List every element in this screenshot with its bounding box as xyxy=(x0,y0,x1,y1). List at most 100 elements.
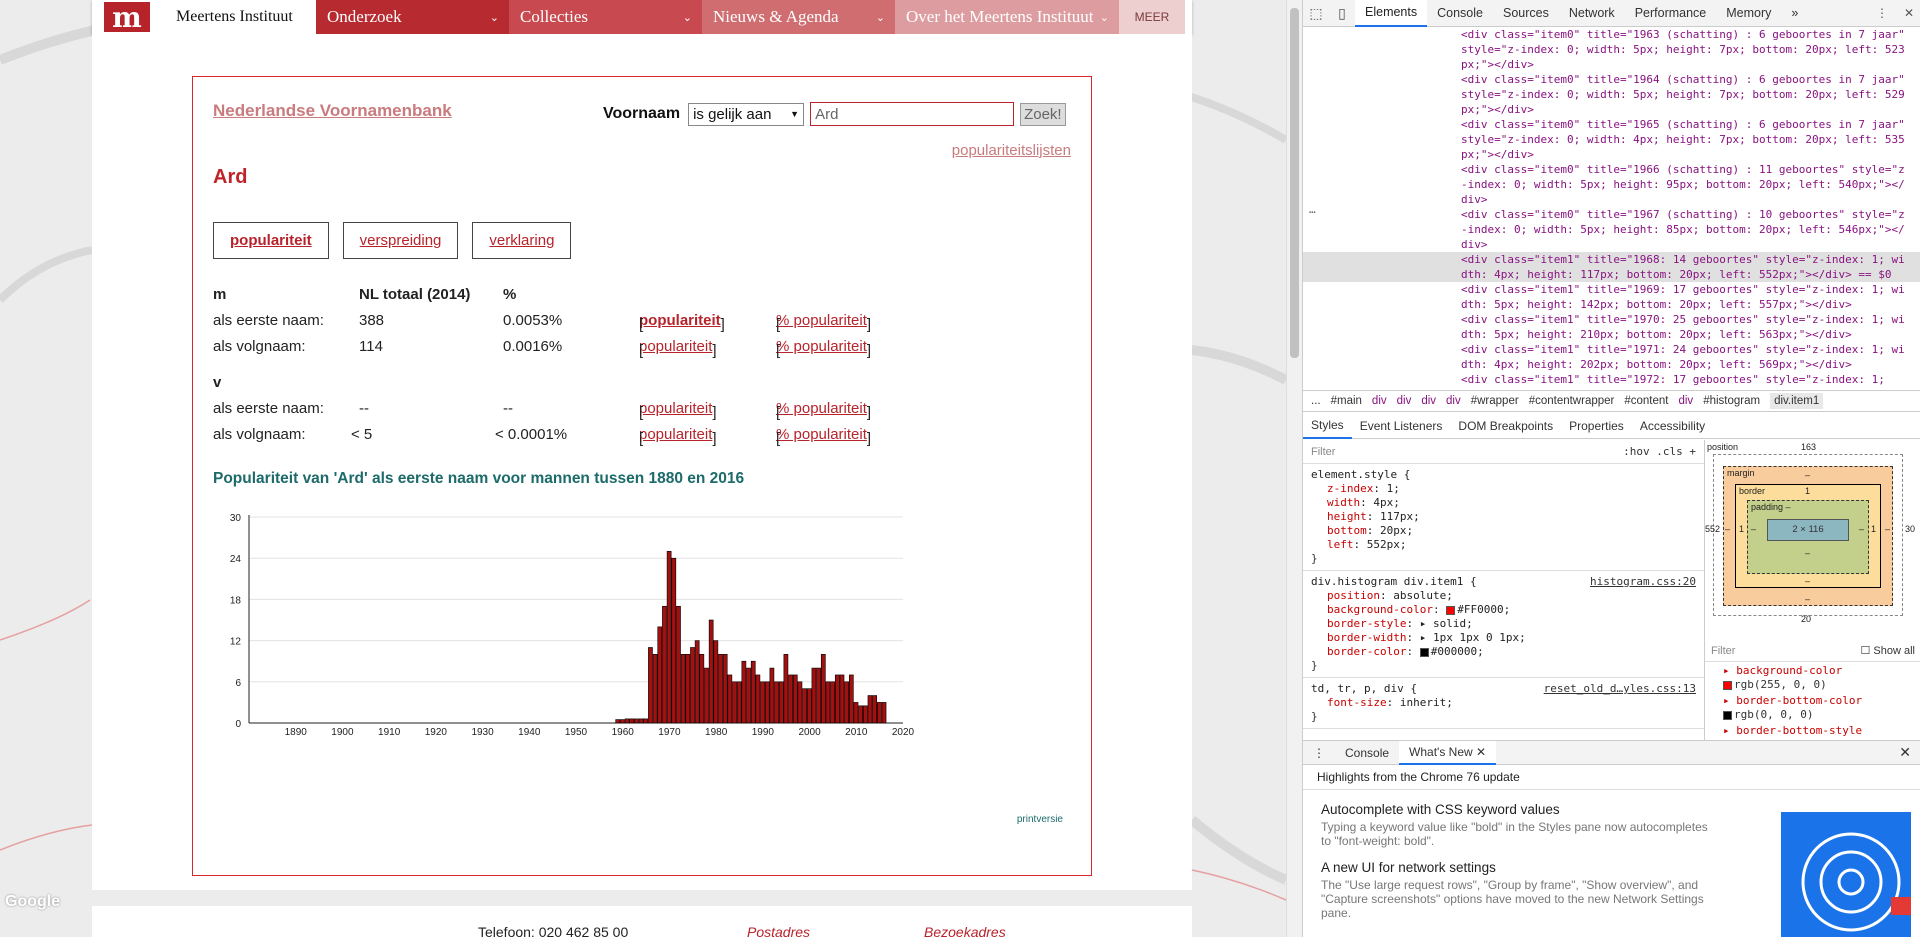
css-declaration[interactable]: left: 552px; xyxy=(1311,538,1696,552)
tab-memory[interactable]: Memory xyxy=(1716,0,1781,27)
kebab-menu-icon[interactable]: ⋮ xyxy=(1876,6,1888,20)
computed-filter-input[interactable]: Filter ☐ Show all xyxy=(1705,640,1920,662)
color-swatch-icon[interactable] xyxy=(1419,647,1429,657)
styles-filter-input[interactable]: Filter:hov .cls + xyxy=(1303,440,1704,464)
breadcrumb-item[interactable]: #main xyxy=(1331,395,1362,407)
nav-more-button[interactable]: MEER xyxy=(1119,0,1185,34)
drawer-tab-whats-new[interactable]: What's New ✕ xyxy=(1399,740,1497,765)
popularity-lists-link[interactable]: populariteitslijsten xyxy=(952,142,1071,159)
close-icon[interactable]: ✕ xyxy=(1904,6,1914,20)
nav-over-meertens[interactable]: Over het Meertens Instituut ⌄ xyxy=(895,0,1119,34)
css-declaration[interactable]: border-width: ▸ 1px 1px 0 1px; xyxy=(1311,631,1696,645)
name-search-input[interactable]: Ard xyxy=(810,102,1015,126)
popularity-link[interactable]: populariteit xyxy=(639,338,712,355)
dom-node[interactable]: <div class="item1" title="1970: 25 geboo… xyxy=(1303,312,1920,342)
dom-node[interactable]: <div class="item1" title="1969: 17 geboo… xyxy=(1303,282,1920,312)
css-declaration[interactable]: border-style: ▸ solid; xyxy=(1311,617,1696,631)
dom-node[interactable]: <div class="item0" title="1963 (schattin… xyxy=(1303,27,1920,72)
breadcrumb-item[interactable]: div xyxy=(1446,395,1461,407)
pct-popularity-link[interactable]: % populariteit xyxy=(776,426,867,443)
histogram-bar xyxy=(769,667,775,724)
inspect-element-icon[interactable]: ⬚ xyxy=(1303,5,1329,22)
css-source-link[interactable]: reset_old_d…yles.css:13 xyxy=(1544,682,1696,696)
dom-node[interactable]: <div class="item0" title="1965 (schattin… xyxy=(1303,117,1920,162)
whats-new-item[interactable]: Autocomplete with CSS keyword values Typ… xyxy=(1303,802,1733,848)
breadcrumb-item[interactable]: #histogram xyxy=(1703,395,1760,407)
css-declaration[interactable]: bottom: 20px; xyxy=(1311,524,1696,538)
breadcrumb-item[interactable]: #contentwrapper xyxy=(1529,395,1615,407)
css-declaration[interactable]: position: absolute; xyxy=(1311,589,1696,603)
close-tab-icon[interactable]: ✕ xyxy=(1476,745,1486,759)
breadcrumb-item[interactable]: #content xyxy=(1624,395,1668,407)
scrollbar-thumb[interactable] xyxy=(1290,8,1299,358)
popularity-link[interactable]: populariteit xyxy=(639,312,721,329)
breadcrumb-item[interactable]: div xyxy=(1678,395,1693,407)
nav-nieuws-agenda[interactable]: Nieuws & Agenda ⌄ xyxy=(702,0,895,34)
dom-node[interactable]: <div class="item0" title="1966 (schattin… xyxy=(1303,162,1920,207)
breadcrumb-item[interactable]: div.item1 xyxy=(1770,393,1824,409)
css-selector[interactable]: element.style { xyxy=(1311,468,1696,482)
css-declaration[interactable]: z-index: 1; xyxy=(1311,482,1696,496)
popularity-link[interactable]: populariteit xyxy=(639,426,712,443)
breadcrumb-item[interactable]: ... xyxy=(1311,395,1321,407)
footer-visit-link[interactable]: Bezoekadres xyxy=(924,924,1006,937)
breadcrumb-item[interactable]: div xyxy=(1421,395,1436,407)
drawer-tab-console[interactable]: Console xyxy=(1335,741,1399,765)
voornamenbank-title-link[interactable]: Nederlandse Voornamenbank xyxy=(213,101,452,121)
node-actions-icon[interactable]: … xyxy=(1309,202,1316,217)
tab-populariteit[interactable]: populariteit xyxy=(213,222,329,259)
css-declaration[interactable]: border-color: #000000; xyxy=(1311,645,1696,659)
drawer-menu-icon[interactable]: ⋮ xyxy=(1303,741,1335,765)
tab-console[interactable]: Console xyxy=(1427,0,1493,27)
tab-properties[interactable]: Properties xyxy=(1561,413,1632,439)
tab-network[interactable]: Network xyxy=(1559,0,1625,27)
breadcrumb-item[interactable]: #wrapper xyxy=(1471,395,1519,407)
dom-node[interactable]: <div class="item1" title="1971: 24 geboo… xyxy=(1303,342,1920,372)
pct-popularity-link[interactable]: % populariteit xyxy=(776,338,867,355)
nav-collecties[interactable]: Collecties ⌄ xyxy=(509,0,702,34)
tab-verspreiding[interactable]: verspreiding xyxy=(342,222,459,259)
print-version-link[interactable]: printversie xyxy=(1017,814,1063,825)
css-declaration[interactable]: height: 117px; xyxy=(1311,510,1696,524)
dom-node[interactable]: <div class="item1" title="1968: 14 geboo… xyxy=(1303,252,1920,282)
nav-onderzoek[interactable]: Onderzoek ⌄ xyxy=(316,0,509,34)
tab-performance[interactable]: Performance xyxy=(1625,0,1717,27)
search-button[interactable]: Zoek! xyxy=(1020,102,1066,126)
brand-name[interactable]: Meertens Instituut xyxy=(162,0,316,34)
pct-popularity-link[interactable]: % populariteit xyxy=(776,312,867,329)
show-all-checkbox[interactable]: ☐ Show all xyxy=(1861,644,1916,657)
dom-node[interactable]: <div class="item0" title="1964 (schattin… xyxy=(1303,72,1920,117)
whats-new-item[interactable]: A new UI for network settings The "Use l… xyxy=(1303,860,1733,920)
tab-elements[interactable]: Elements xyxy=(1355,0,1428,27)
breadcrumb-item[interactable]: div xyxy=(1397,395,1412,407)
tab-sources[interactable]: Sources xyxy=(1493,0,1559,27)
whats-new-video-thumbnail[interactable] xyxy=(1781,812,1911,937)
breadcrumb-item[interactable]: div xyxy=(1372,395,1387,407)
tab-dom-breakpoints[interactable]: DOM Breakpoints xyxy=(1450,413,1561,439)
tab-verklaring[interactable]: verklaring xyxy=(472,222,572,259)
css-source-link[interactable]: histogram.css:20 xyxy=(1590,575,1696,589)
device-toolbar-icon[interactable]: ▯ xyxy=(1329,5,1355,22)
color-swatch-icon[interactable] xyxy=(1446,605,1456,615)
computed-property[interactable]: ▸ background-color rgb(255, 0, 0) xyxy=(1705,662,1920,692)
css-declaration[interactable]: width: 4px; xyxy=(1311,496,1696,510)
pct-popularity-link[interactable]: % populariteit xyxy=(776,400,867,417)
dom-node[interactable]: <div class="item0" title="1967 (schattin… xyxy=(1303,207,1920,252)
styles-tools[interactable]: :hov .cls + xyxy=(1623,445,1696,459)
css-declaration[interactable]: background-color: #FF0000; xyxy=(1311,603,1696,617)
close-drawer-icon[interactable]: ✕ xyxy=(1899,744,1911,761)
tab-styles[interactable]: Styles xyxy=(1303,413,1352,439)
dom-node[interactable]: <div class="item1" title="1972: 17 geboo… xyxy=(1303,372,1920,387)
computed-property[interactable]: ▸ border-bottom-style xyxy=(1705,722,1920,738)
match-mode-select[interactable]: is gelijk aan ▼ xyxy=(688,102,805,126)
page-scrollbar[interactable] xyxy=(1286,0,1302,937)
css-declaration[interactable]: font-size: inherit; xyxy=(1311,696,1696,710)
more-tabs-icon[interactable]: » xyxy=(1781,0,1808,27)
computed-property[interactable]: ▸ border-bottom-color rgb(0, 0, 0) xyxy=(1705,692,1920,722)
footer-postal-link[interactable]: Postadres xyxy=(747,924,810,937)
tab-event-listeners[interactable]: Event Listeners xyxy=(1352,413,1451,439)
row-link-popularity: [populariteit] xyxy=(639,400,717,421)
tab-accessibility[interactable]: Accessibility xyxy=(1632,413,1713,439)
meertens-logo[interactable]: m xyxy=(92,0,162,34)
popularity-link[interactable]: populariteit xyxy=(639,400,712,417)
